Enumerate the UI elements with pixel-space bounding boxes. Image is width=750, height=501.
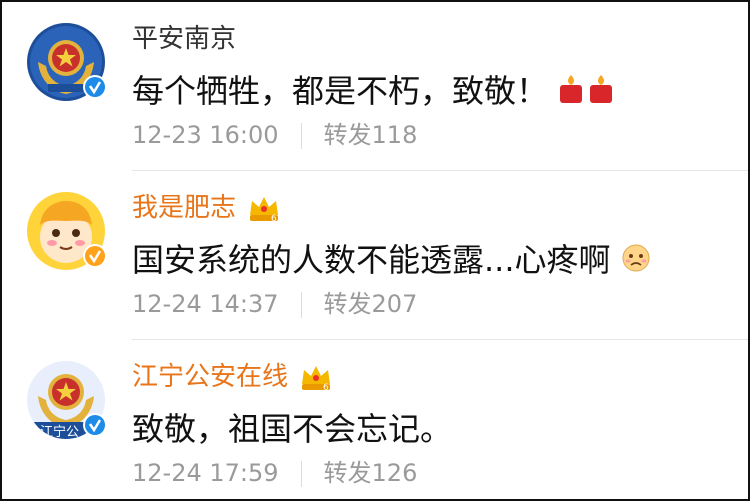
divider xyxy=(300,292,302,318)
repost-count[interactable]: 转发126 xyxy=(324,459,418,487)
divider xyxy=(300,461,302,487)
avatar[interactable]: 江宁公 xyxy=(26,360,107,440)
comment-text: 每个牺牲，都是不朽，致敬！ xyxy=(132,72,616,113)
comment-meta: 12-23 16:00 转发118 xyxy=(132,120,417,150)
vip-crown-icon: 6 xyxy=(250,197,278,223)
comment-text: 致敬，祖国不会忘记。 xyxy=(132,410,452,448)
repost-count[interactable]: 转发207 xyxy=(324,290,418,318)
avatar[interactable] xyxy=(26,22,107,102)
comment-body: 国安系统的人数不能透露...心疼啊 xyxy=(132,241,611,279)
verified-badge-icon xyxy=(83,75,107,99)
username[interactable]: 江宁公安在线 xyxy=(132,362,288,392)
comment-text: 国安系统的人数不能透露...心疼啊 xyxy=(132,241,651,281)
comment-body: 致敬，祖国不会忘记。 xyxy=(132,410,453,448)
candle-icon xyxy=(558,73,616,113)
repost-count[interactable]: 转发118 xyxy=(324,121,418,149)
timestamp: 12-24 17:59 xyxy=(132,459,279,487)
timestamp: 12-24 14:37 xyxy=(132,290,279,318)
verified-badge-icon xyxy=(83,244,107,268)
timestamp: 12-23 16:00 xyxy=(132,121,279,149)
avatar[interactable] xyxy=(26,191,107,271)
comment-meta: 12-24 17:59 转发126 xyxy=(132,458,417,488)
comment-list: 平安南京 每个牺牲，都是不朽，致敬！ 12-23 16:00 转发118 我是肥… xyxy=(0,0,750,501)
username[interactable]: 我是肥志 xyxy=(132,193,236,223)
comment-meta: 12-24 14:37 转发207 xyxy=(132,289,417,319)
svg-text:6: 6 xyxy=(323,383,329,392)
comment-item[interactable]: 我是肥志 6 国安系统的人数不能透露...心疼啊 12-24 14:37 转发2… xyxy=(2,171,748,339)
svg-text:6: 6 xyxy=(271,214,277,223)
username[interactable]: 平安南京 xyxy=(132,24,236,54)
comment-item[interactable]: 江宁公 江宁公安在线 6 致敬，祖国不会忘记。 12-24 17:59 转发126 xyxy=(2,340,748,499)
divider xyxy=(300,123,302,149)
vip-crown-icon: 6 xyxy=(302,366,330,392)
verified-badge-icon xyxy=(83,413,107,437)
comment-body: 每个牺牲，都是不朽，致敬！ xyxy=(132,72,549,110)
comment-item[interactable]: 平安南京 每个牺牲，都是不朽，致敬！ 12-23 16:00 转发118 xyxy=(2,2,748,170)
avatar-caption: 江宁公 xyxy=(40,424,79,440)
sad-face-icon xyxy=(621,243,651,281)
